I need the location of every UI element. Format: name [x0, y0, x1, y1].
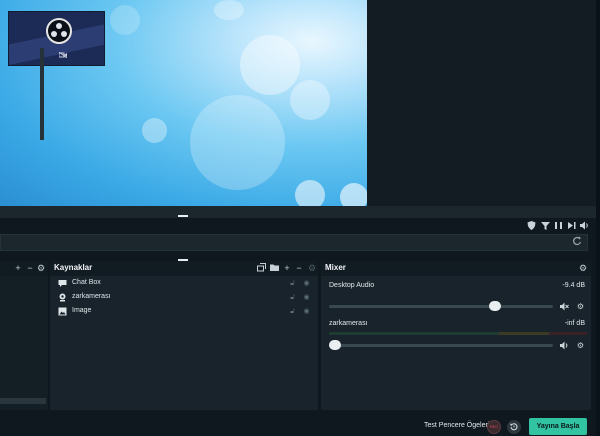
grip-icon	[178, 215, 188, 217]
sources-header: Kaynaklar + − ⚙	[50, 261, 318, 276]
sources-list: Chat Box 🔓︎ ◉ zarkamerası 🔓︎ ◉ Image 🔓︎ …	[50, 276, 318, 410]
mixer-title: Mixer	[325, 263, 346, 272]
bokeh-light	[142, 118, 167, 143]
webcam-source-thumbnail[interactable]	[8, 11, 105, 66]
volume-icon[interactable]	[579, 221, 589, 231]
resize-handle[interactable]	[0, 206, 596, 218]
shield-icon[interactable]	[526, 221, 536, 231]
scene-preview[interactable]	[0, 0, 367, 206]
bokeh-light	[340, 183, 367, 206]
scene-collection-icon[interactable]	[256, 263, 266, 273]
bokeh-light	[290, 80, 330, 120]
mixer-panel: Mixer ⚙ Desktop Audio -9.4 dB ⚙ zarkamer…	[321, 261, 591, 410]
mixer-channel-db: -9.4 dB	[562, 282, 585, 289]
volume-slider[interactable]	[329, 301, 553, 311]
scenes-list[interactable]	[0, 276, 48, 410]
scenes-header: + − ⚙	[0, 261, 48, 276]
image-icon	[58, 307, 67, 316]
meter-yellow-segment	[499, 332, 549, 335]
chat-icon	[58, 279, 67, 288]
mixer-channel-name: Desktop Audio	[329, 282, 375, 289]
mixer-body: Desktop Audio -9.4 dB ⚙ zarkamerası -inf…	[321, 276, 591, 410]
replay-buffer-button[interactable]	[507, 420, 521, 434]
obs-logo-icon	[46, 18, 72, 44]
window-edge	[596, 0, 600, 436]
webcam-icon	[58, 293, 67, 302]
lock-icon[interactable]: 🔓︎	[288, 279, 297, 288]
bokeh-light	[110, 5, 140, 35]
add-icon[interactable]: +	[282, 263, 292, 273]
mixer-channel-name: zarkamerası	[329, 320, 368, 327]
skip-icon[interactable]	[566, 221, 576, 231]
eye-icon[interactable]: ◉	[302, 293, 311, 302]
resize-handle[interactable]	[0, 251, 596, 261]
meter-red-segment	[549, 332, 587, 335]
bokeh-light	[240, 35, 300, 95]
gear-icon[interactable]: ⚙	[36, 263, 46, 273]
bokeh-light	[295, 180, 325, 206]
mute-icon[interactable]	[560, 302, 569, 311]
mixer-header: Mixer ⚙	[321, 261, 591, 276]
browser-address-bar[interactable]	[0, 234, 588, 251]
volume-slider[interactable]	[329, 340, 553, 350]
scenes-scrollbar[interactable]	[40, 48, 44, 140]
pause-icon[interactable]	[553, 221, 563, 231]
eye-icon[interactable]: ◉	[302, 279, 311, 288]
lock-icon[interactable]: 🔓︎	[288, 307, 297, 316]
bokeh-light	[190, 95, 285, 190]
gear-icon[interactable]: ⚙	[576, 341, 585, 350]
lock-icon[interactable]: 🔓︎	[288, 293, 297, 302]
source-name: Image	[72, 307, 92, 314]
go-live-button[interactable]: Yayına Başla	[529, 418, 587, 435]
volume-icon[interactable]	[560, 341, 569, 350]
gear-icon[interactable]: ⚙	[307, 263, 317, 273]
mixer-channel-db: -inf dB	[564, 320, 585, 327]
browser-controls	[0, 218, 596, 234]
filter-icon[interactable]	[540, 221, 550, 231]
sources-title: Kaynaklar	[54, 263, 93, 272]
list-item[interactable]: Image 🔓︎ ◉	[54, 305, 312, 319]
add-icon[interactable]: +	[13, 263, 23, 273]
remove-icon[interactable]: −	[25, 263, 35, 273]
sources-panel: Kaynaklar + − ⚙ Chat Box 🔓︎ ◉ zarkameras…	[50, 261, 318, 410]
audio-level-meter	[329, 332, 587, 335]
preview-side-area	[367, 0, 600, 206]
volume-slider-knob[interactable]	[329, 340, 341, 350]
list-item[interactable]: zarkamerası 🔓︎ ◉	[54, 291, 312, 305]
source-name: zarkamerası	[72, 293, 111, 300]
gear-icon[interactable]: ⚙	[578, 263, 588, 273]
remove-icon[interactable]: −	[294, 263, 304, 273]
bokeh-light	[214, 0, 244, 20]
refresh-icon[interactable]	[571, 236, 583, 248]
gear-icon[interactable]: ⚙	[576, 302, 585, 311]
scenes-panel: + − ⚙	[0, 261, 48, 410]
camera-off-icon	[58, 51, 68, 59]
meter-green-segment	[329, 332, 499, 335]
folder-icon[interactable]	[269, 263, 279, 273]
volume-slider-knob[interactable]	[488, 301, 501, 311]
source-name: Chat Box	[72, 279, 101, 286]
scenes-horizontal-scrollbar[interactable]	[0, 398, 46, 404]
app-window: + − ⚙ Kaynaklar + − ⚙ Chat Box 🔓︎ ◉ zark…	[0, 0, 600, 436]
eye-icon[interactable]: ◉	[302, 307, 311, 316]
record-button[interactable]: REC	[487, 420, 501, 434]
list-item[interactable]: Chat Box 🔓︎ ◉	[54, 277, 312, 291]
footer-bar: Test Pencere Ögeleri REC Yayına Başla	[0, 410, 596, 436]
test-widgets-label[interactable]: Test Pencere Ögeleri	[424, 422, 489, 429]
